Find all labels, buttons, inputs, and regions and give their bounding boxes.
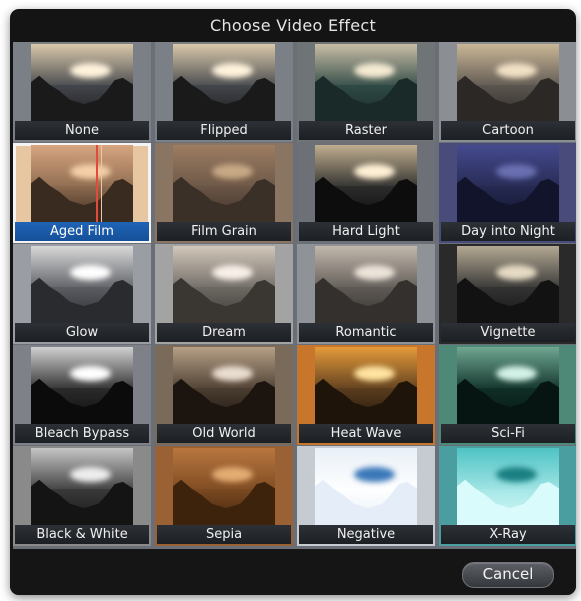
effect-preview-thumbnail bbox=[173, 246, 275, 324]
effect-tile[interactable]: Black & White bbox=[13, 446, 151, 546]
effect-tile[interactable]: Hard Light bbox=[297, 143, 435, 243]
cancel-button[interactable]: Cancel bbox=[462, 562, 554, 588]
effect-tile[interactable]: Aged Film bbox=[13, 143, 151, 243]
effect-preview-thumbnail bbox=[31, 347, 133, 425]
effect-label: Sci-Fi bbox=[441, 424, 575, 443]
effect-label: Vignette bbox=[441, 323, 575, 342]
effect-tile[interactable]: Day into Night bbox=[439, 143, 576, 243]
effect-tile[interactable]: Heat Wave bbox=[297, 345, 435, 445]
effect-tile[interactable]: Vignette bbox=[439, 244, 576, 344]
effect-tile[interactable]: Bleach Bypass bbox=[13, 345, 151, 445]
effect-tile[interactable]: None bbox=[13, 42, 151, 142]
effect-label: Aged Film bbox=[15, 222, 149, 241]
effect-preview-thumbnail bbox=[457, 448, 559, 526]
effect-label: Day into Night bbox=[441, 222, 575, 241]
effect-tile[interactable]: Film Grain bbox=[155, 143, 293, 243]
effect-label: Old World bbox=[157, 424, 291, 443]
effect-label: Hard Light bbox=[299, 222, 433, 241]
effect-preview-thumbnail bbox=[315, 347, 417, 425]
effect-label: Raster bbox=[299, 121, 433, 140]
effect-preview-thumbnail bbox=[457, 44, 559, 122]
dialog-title: Choose Video Effect bbox=[209, 16, 377, 35]
effect-label: Romantic bbox=[299, 323, 433, 342]
effect-preview-thumbnail bbox=[31, 448, 133, 526]
effect-preview-thumbnail bbox=[31, 145, 133, 223]
effect-tile[interactable]: Old World bbox=[155, 345, 293, 445]
effect-label: Cartoon bbox=[441, 121, 575, 140]
effect-label: Heat Wave bbox=[299, 424, 433, 443]
effect-tile[interactable]: Flipped bbox=[155, 42, 293, 142]
effects-grid: None Flipped Raster Cartoon Aged Film Film Gr… bbox=[13, 42, 576, 549]
effect-label: Sepia bbox=[157, 525, 291, 544]
effect-tile[interactable]: X-Ray bbox=[439, 446, 576, 546]
effect-preview-thumbnail bbox=[173, 347, 275, 425]
effect-preview-thumbnail bbox=[457, 347, 559, 425]
effect-preview-thumbnail bbox=[315, 44, 417, 122]
effect-preview-thumbnail bbox=[457, 246, 559, 324]
effect-label: X-Ray bbox=[441, 525, 575, 544]
effect-label: Black & White bbox=[15, 525, 149, 544]
effect-preview-thumbnail bbox=[31, 246, 133, 324]
effect-tile[interactable]: Raster bbox=[297, 42, 435, 142]
effect-label: Film Grain bbox=[157, 222, 291, 241]
effect-preview-thumbnail bbox=[315, 448, 417, 526]
effect-label: Negative bbox=[299, 525, 433, 544]
effect-label: Flipped bbox=[157, 121, 291, 140]
effect-label: Dream bbox=[157, 323, 291, 342]
effect-tile[interactable]: Glow bbox=[13, 244, 151, 344]
effect-preview-thumbnail bbox=[31, 44, 133, 122]
effect-tile[interactable]: Dream bbox=[155, 244, 293, 344]
effect-label: None bbox=[15, 121, 149, 140]
effect-tile[interactable]: Sepia bbox=[155, 446, 293, 546]
effect-preview-thumbnail bbox=[173, 145, 275, 223]
effect-preview-thumbnail bbox=[315, 246, 417, 324]
effect-label: Glow bbox=[15, 323, 149, 342]
effect-preview-thumbnail bbox=[457, 145, 559, 223]
effect-label: Bleach Bypass bbox=[15, 424, 149, 443]
effect-preview-thumbnail bbox=[173, 448, 275, 526]
effect-tile[interactable]: Cartoon bbox=[439, 42, 576, 142]
effect-tile[interactable]: Romantic bbox=[297, 244, 435, 344]
effect-tile[interactable]: Sci-Fi bbox=[439, 345, 576, 445]
effect-preview-thumbnail bbox=[173, 44, 275, 122]
effect-preview-thumbnail bbox=[315, 145, 417, 223]
video-effect-dialog: Choose Video Effect None Flipped Raster Car… bbox=[10, 9, 576, 595]
effect-tile[interactable]: Negative bbox=[297, 446, 435, 546]
